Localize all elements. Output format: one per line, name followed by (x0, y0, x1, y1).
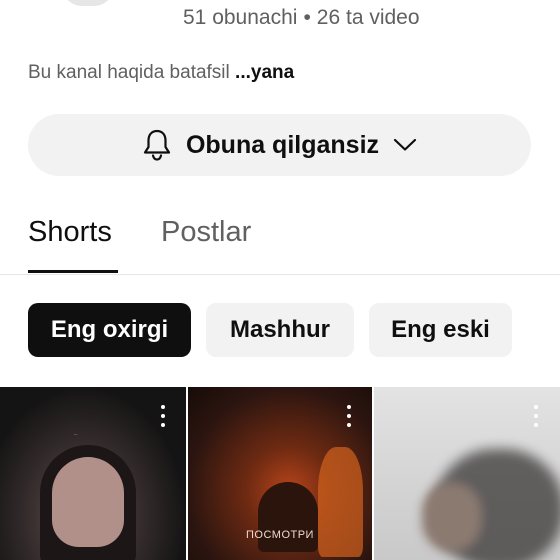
thumbnail-figure (258, 482, 318, 552)
tab-posts[interactable]: Postlar (161, 216, 251, 249)
more-vert-icon[interactable] (530, 405, 542, 427)
thumbnail-face (422, 482, 482, 552)
chip-popular[interactable]: Mashhur (206, 303, 354, 357)
channel-avatar[interactable] (62, 0, 114, 6)
short-thumbnail[interactable] (374, 387, 560, 560)
more-vert-icon[interactable] (157, 405, 169, 427)
video-count: 26 ta video (316, 6, 420, 29)
more-vert-icon[interactable] (343, 405, 355, 427)
more-link[interactable]: ...yana (235, 62, 294, 83)
channel-tabs: Shorts Postlar (0, 200, 560, 275)
channel-stats: 51 obunachi • 26 ta video (183, 6, 420, 30)
chevron-down-icon (393, 138, 417, 151)
chip-oldest[interactable]: Eng eski (369, 303, 512, 357)
thumbnail-face (52, 457, 124, 547)
stats-separator: • (303, 6, 311, 29)
subscribed-button[interactable]: Obuna qilgansiz (28, 114, 531, 176)
subscribed-label: Obuna qilgansiz (185, 130, 380, 159)
about-text: Bu kanal haqida batafsil (28, 62, 230, 83)
subscriber-count: 51 obunachi (183, 6, 298, 29)
thumbnail-flame (318, 447, 363, 557)
short-thumbnail[interactable]: _ (0, 387, 186, 560)
thumbnail-caption: _ (74, 429, 78, 435)
channel-about[interactable]: Bu kanal haqida batafsil ...yana (28, 62, 294, 84)
bell-icon (143, 129, 171, 161)
short-thumbnail[interactable]: ПОСМОТРИ (188, 387, 372, 560)
tab-shorts[interactable]: Shorts (28, 216, 112, 249)
chip-latest[interactable]: Eng oxirgi (28, 303, 191, 357)
thumbnail-caption: ПОСМОТРИ (246, 529, 314, 541)
active-tab-indicator (28, 270, 118, 273)
